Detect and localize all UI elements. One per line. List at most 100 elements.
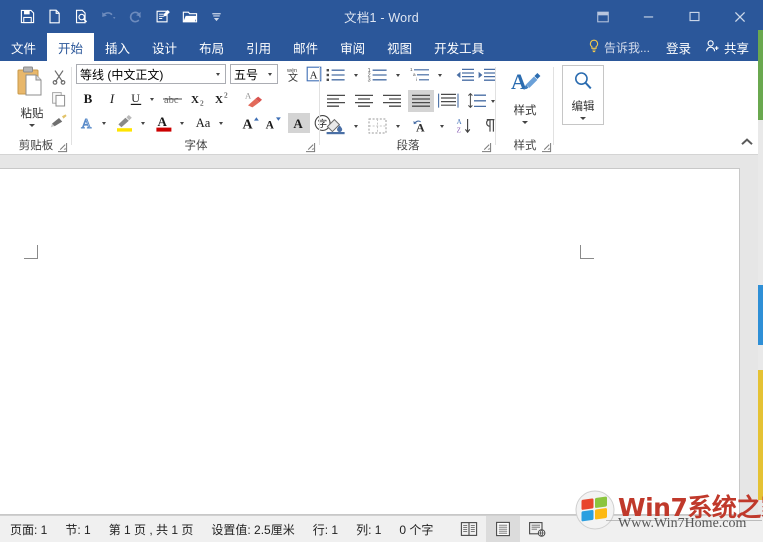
styles-button[interactable]: A 样式 (502, 67, 548, 124)
editing-button[interactable]: 编辑 (562, 65, 604, 125)
change-case-button[interactable]: Aa (191, 113, 215, 133)
new-document-icon[interactable] (41, 5, 68, 29)
styles-dialog-launcher[interactable] (541, 140, 552, 153)
tab-mailings[interactable]: 邮件 (282, 33, 329, 61)
minimize-button[interactable] (625, 0, 671, 33)
decrease-indent-button[interactable] (454, 65, 476, 85)
character-shading-button[interactable]: A (288, 113, 310, 133)
font-size-dropdown-icon[interactable] (262, 65, 277, 83)
paste-icon (15, 65, 49, 104)
share-button[interactable]: 共享 (699, 33, 757, 61)
italic-button[interactable]: I (102, 89, 122, 109)
highlight-dropdown-icon[interactable] (137, 116, 149, 130)
status-line-number[interactable]: 行: 1 (304, 521, 347, 538)
font-dialog-launcher[interactable] (305, 140, 316, 153)
customize-qat-icon[interactable] (203, 5, 230, 29)
asian-layout-button[interactable]: A (410, 116, 434, 136)
sort-button[interactable]: AZ (454, 116, 478, 136)
tab-view[interactable]: 视图 (376, 33, 423, 61)
tab-design[interactable]: 设计 (141, 33, 188, 61)
shading-dropdown-icon[interactable] (350, 119, 362, 133)
paragraph-group-label: 段落 (396, 140, 420, 152)
save-icon[interactable] (14, 5, 41, 29)
open-folder-icon[interactable] (176, 5, 203, 29)
highlight-button[interactable] (114, 113, 136, 133)
bold-button[interactable]: B (78, 89, 98, 109)
tab-references[interactable]: 引用 (235, 33, 282, 61)
sign-in-button[interactable]: 登录 (658, 33, 699, 61)
paste-dropdown-icon[interactable] (29, 124, 35, 127)
superscript-button[interactable]: X2 (212, 89, 234, 109)
share-person-icon (705, 39, 720, 56)
tab-review[interactable]: 审阅 (329, 33, 376, 61)
tab-layout[interactable]: 布局 (188, 33, 235, 61)
status-page-of-total[interactable]: 第 1 页 , 共 1 页 (100, 521, 203, 538)
justify-button[interactable] (408, 90, 434, 112)
underline-button[interactable]: U (126, 89, 146, 109)
borders-button[interactable] (366, 116, 390, 136)
text-effects-button[interactable]: A (78, 113, 98, 133)
align-left-button[interactable] (324, 91, 348, 111)
collapse-ribbon-button[interactable] (739, 135, 755, 149)
bullets-dropdown-icon[interactable] (350, 68, 362, 82)
bullets-button[interactable] (324, 65, 348, 85)
status-page-count[interactable]: 页面: 1 (0, 521, 56, 538)
quick-edit-icon[interactable] (149, 5, 176, 29)
line-spacing-button[interactable] (466, 91, 488, 111)
svg-text:abc: abc (164, 95, 179, 106)
tell-me-box[interactable]: 告诉我... (580, 33, 658, 61)
strikethrough-button[interactable]: abc (160, 89, 186, 109)
web-layout-view-button[interactable] (520, 516, 554, 542)
align-center-button[interactable] (352, 91, 376, 111)
phonetic-guide-button[interactable]: wén 文 (281, 63, 302, 84)
editing-dropdown-icon[interactable] (580, 117, 586, 120)
document-area[interactable] (0, 155, 763, 515)
redo-icon[interactable] (122, 5, 149, 29)
format-painter-button[interactable] (48, 111, 70, 131)
font-size-combo[interactable]: 五号 (230, 64, 278, 84)
borders-dropdown-icon[interactable] (392, 119, 404, 133)
lightbulb-icon (588, 39, 600, 56)
font-name-dropdown-icon[interactable] (210, 65, 225, 83)
paragraph-dialog-launcher[interactable] (481, 140, 492, 153)
shrink-font-button[interactable]: A (262, 113, 284, 133)
distribute-button[interactable] (436, 90, 460, 112)
status-word-count[interactable]: 0 个字 (390, 521, 442, 538)
numbering-button[interactable]: 123 (366, 65, 390, 85)
copy-button[interactable] (48, 89, 70, 109)
align-right-button[interactable] (380, 91, 404, 111)
subscript-button[interactable]: X2 (188, 89, 210, 109)
status-section[interactable]: 节: 1 (56, 521, 99, 538)
ribbon-display-options-icon[interactable] (581, 0, 625, 33)
multilevel-list-button[interactable]: 1ai (408, 65, 432, 85)
multilevel-list-dropdown-icon[interactable] (434, 68, 446, 82)
font-name-combo[interactable]: 等线 (中文正文) (76, 64, 226, 84)
asian-layout-dropdown-icon[interactable] (436, 119, 448, 133)
numbering-dropdown-icon[interactable] (392, 68, 404, 82)
shading-button[interactable] (324, 116, 348, 136)
print-layout-view-button[interactable] (486, 516, 520, 542)
clipboard-dialog-launcher[interactable] (57, 140, 68, 153)
grow-font-button[interactable]: A (240, 113, 262, 133)
tab-insert[interactable]: 插入 (94, 33, 141, 61)
styles-dropdown-icon[interactable] (522, 121, 528, 124)
font-color-button[interactable]: A (153, 113, 175, 133)
close-button[interactable] (717, 0, 763, 33)
styles-label: 样式 (513, 105, 537, 117)
maximize-button[interactable] (671, 0, 717, 33)
tab-home[interactable]: 开始 (47, 33, 95, 61)
read-mode-view-button[interactable] (452, 516, 486, 542)
underline-dropdown-icon[interactable] (146, 92, 158, 106)
status-setting-value[interactable]: 设置值: 2.5厘米 (202, 521, 303, 538)
clear-formatting-button[interactable]: A (242, 88, 264, 110)
change-case-dropdown-icon[interactable] (215, 116, 227, 130)
font-color-dropdown-icon[interactable] (176, 116, 188, 130)
text-effects-dropdown-icon[interactable] (98, 116, 110, 130)
document-page[interactable] (0, 168, 740, 515)
undo-icon[interactable] (95, 5, 122, 29)
tab-file[interactable]: 文件 (0, 33, 47, 61)
print-preview-icon[interactable] (68, 5, 95, 29)
cut-button[interactable] (48, 67, 70, 87)
tab-developer[interactable]: 开发工具 (423, 33, 495, 61)
status-column-number[interactable]: 列: 1 (347, 521, 390, 538)
